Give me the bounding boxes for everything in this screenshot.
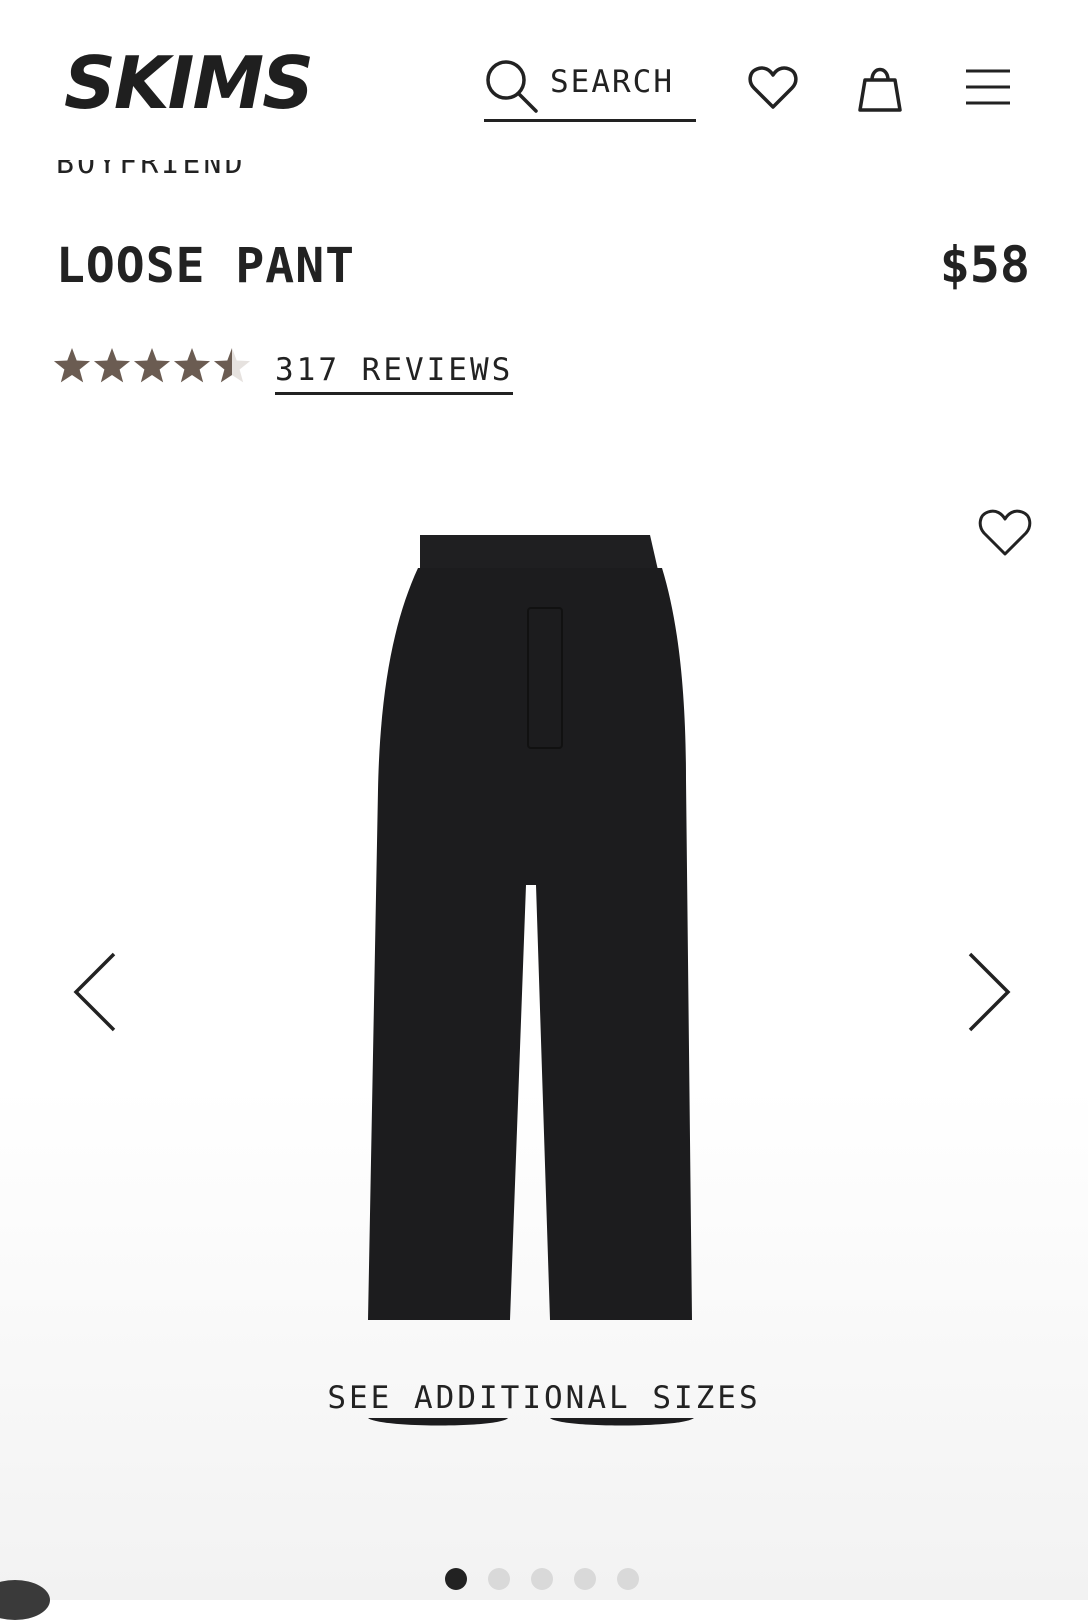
- product-title: LOOSE PANT: [56, 238, 355, 294]
- carousel-dot[interactable]: [445, 1568, 467, 1590]
- search-icon[interactable]: [484, 58, 540, 116]
- breadcrumb-label: BOYFRIEND: [56, 160, 246, 181]
- star-icon: [53, 348, 91, 383]
- carousel-dot[interactable]: [488, 1568, 510, 1590]
- star-icon: [213, 348, 251, 383]
- star-icon: [133, 348, 171, 383]
- bag-icon[interactable]: [856, 62, 904, 114]
- heart-outline-icon[interactable]: [978, 506, 1032, 560]
- chevron-right-icon[interactable]: [962, 950, 1014, 1034]
- carousel-dot[interactable]: [574, 1568, 596, 1590]
- star-icon: [93, 348, 131, 383]
- site-header: SKIMS SEARCH: [0, 0, 1088, 150]
- star-rating[interactable]: [52, 346, 258, 386]
- star-icon: [173, 348, 211, 383]
- search-label: SEARCH: [550, 64, 674, 100]
- product-price: $58: [939, 236, 1030, 294]
- menu-icon[interactable]: [964, 68, 1012, 106]
- see-additional-sizes-button[interactable]: SEE ADDITIONAL SIZES: [0, 1380, 1088, 1416]
- svg-text:SKIMS: SKIMS: [64, 44, 312, 124]
- chevron-left-icon[interactable]: [70, 950, 122, 1034]
- heart-icon[interactable]: [748, 64, 798, 112]
- skims-logo[interactable]: SKIMS: [62, 41, 334, 125]
- breadcrumb[interactable]: BOYFRIEND: [56, 160, 356, 192]
- carousel-dot[interactable]: [531, 1568, 553, 1590]
- search-bar[interactable]: SEARCH: [484, 54, 696, 122]
- carousel-dot[interactable]: [617, 1568, 639, 1590]
- product-image: [368, 535, 694, 1426]
- reviews-link[interactable]: 317 REVIEWS: [275, 352, 514, 395]
- product-gallery: SEE ADDITIONAL SIZES: [0, 460, 1088, 1600]
